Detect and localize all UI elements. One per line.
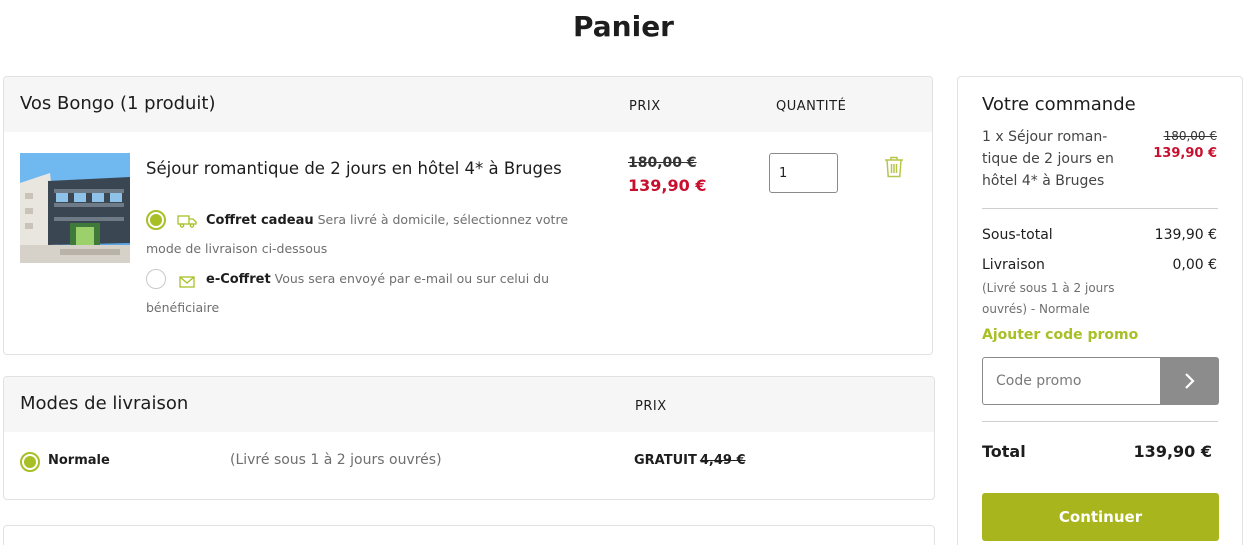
product-image[interactable] (20, 153, 130, 263)
product-price-new: 139,90 € (628, 176, 707, 195)
product-name[interactable]: Séjour romantique de 2 jours en hôtel 4*… (146, 159, 562, 178)
subtotal-value: 139,90 € (1154, 227, 1217, 243)
shipping-label: Livraison (982, 257, 1045, 273)
divider (982, 421, 1218, 422)
e-coffret-option[interactable]: e-Coffret Vous sera envoyé par e-mail ou… (146, 265, 586, 322)
delivery-option-name[interactable]: Normale (48, 453, 110, 468)
continue-button[interactable]: Continuer (982, 493, 1219, 541)
delivery-price-label: GRATUIT (634, 453, 697, 468)
trash-icon[interactable] (883, 155, 905, 179)
product-price-old: 180,00 € (628, 155, 697, 171)
quantity-column-label: QUANTITÉ (776, 99, 847, 114)
total-label: Total (982, 442, 1026, 461)
chevron-right-icon (1184, 373, 1195, 389)
delivery-price-column-label: PRIX (635, 399, 667, 414)
promo-code-input[interactable] (982, 357, 1160, 405)
cart-card: Vos Bongo (1 produit) PRIX QUANTITÉ Séjo… (3, 76, 933, 355)
delivery-title: Modes de livraison (20, 393, 189, 414)
gift-box-option[interactable]: Coffret cadeau Sera livré à domicile, sé… (146, 206, 586, 263)
summary-item-price-old: 180,00 € (1163, 129, 1217, 143)
apply-promo-button[interactable] (1160, 357, 1219, 405)
price-column-label: PRIX (629, 99, 661, 114)
cart-header: Vos Bongo (1 produit) PRIX QUANTITÉ (4, 77, 932, 132)
subtotal-label: Sous-total (982, 227, 1053, 243)
divider (982, 208, 1218, 209)
shipping-note: (Livré sous 1 à 2 jours ouvrés) - Normal… (982, 281, 1115, 316)
gift-box-title: Coffret cadeau (206, 213, 314, 228)
normal-delivery-radio[interactable] (20, 452, 40, 472)
page-title: Panier (573, 10, 674, 43)
delivery-card: Modes de livraison PRIX Normale (Livré s… (3, 376, 935, 500)
e-coffret-title: e-Coffret (206, 272, 271, 287)
delivery-price-old: 4,49 € (699, 453, 746, 468)
total-value: 139,90 € (1133, 442, 1212, 461)
next-section-card (3, 525, 935, 545)
shipping-value: 0,00 € (1172, 257, 1217, 273)
delivery-header: Modes de livraison PRIX (4, 377, 934, 432)
summary-item: 1 x Séjour roman-tique de 2 jours en hôt… (982, 129, 1114, 189)
delivery-option-price: GRATUIT 4,49 € (634, 453, 746, 468)
order-summary: Votre commande 1 x Séjour roman-tique de… (957, 76, 1243, 545)
quantity-input[interactable] (769, 153, 838, 193)
summary-title: Votre commande (982, 94, 1136, 115)
add-promo-code-link[interactable]: Ajouter code promo (982, 327, 1138, 343)
delivery-option-description: (Livré sous 1 à 2 jours ouvrés) (230, 452, 442, 468)
summary-item-price-new: 139,90 € (1153, 146, 1217, 161)
cart-title: Vos Bongo (1 produit) (20, 93, 216, 114)
